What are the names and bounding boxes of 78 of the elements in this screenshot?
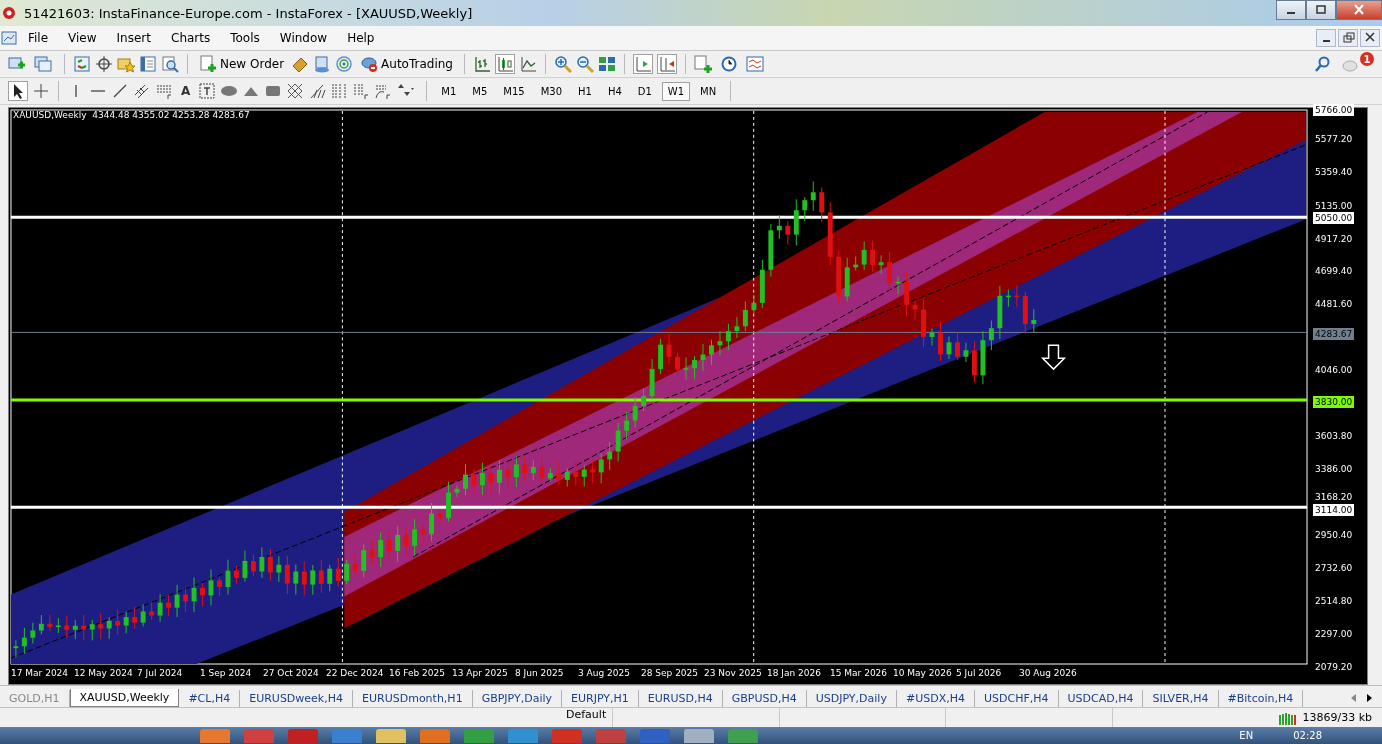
menu-item[interactable]: Insert [106, 31, 161, 45]
price-label: 2297.00 [1314, 628, 1354, 640]
text-tool[interactable]: A [177, 84, 195, 98]
traffic-counter: 13869/33 kb [1302, 711, 1372, 724]
chart-tab[interactable]: GBPUSD,H4 [722, 690, 807, 707]
chart-tab[interactable]: EURUSDmonth,H1 [353, 690, 473, 707]
menu-item[interactable]: Window [269, 31, 338, 45]
time-label: 1 Sep 2024 [200, 667, 253, 680]
time-label: 8 Jun 2025 [515, 667, 565, 680]
time-label: 5 Jul 2026 [956, 667, 1003, 680]
chart-header: XAUUSD,Weekly 4344.48 4355.02 4253.28 4283.67 [13, 110, 250, 120]
price-label: 3114.00 [1313, 504, 1355, 516]
chart-tab[interactable]: XAUUSD,Weekly [69, 689, 180, 707]
time-label: 23 Nov 2025 [704, 667, 763, 680]
auto-trading-button[interactable]: AutoTrading [357, 54, 456, 74]
notification-button[interactable]: 1 [1342, 55, 1374, 73]
chart-tab[interactable]: USDJPY,Daily [806, 690, 897, 707]
timeframe-button[interactable]: M15 [497, 81, 531, 101]
chart-tab[interactable]: #USDX,H4 [896, 690, 975, 707]
chart-tab[interactable]: EURUSDweek,H4 [240, 690, 353, 707]
price-label: 4283.67 [1313, 328, 1355, 340]
notification-badge: 1 [1360, 52, 1374, 66]
profile-name: Default [565, 708, 608, 723]
price-label: 4481.60 [1314, 298, 1354, 310]
price-label: 5050.00 [1313, 212, 1355, 224]
chart-tab[interactable]: #CL,H4 [179, 690, 241, 707]
menu-item[interactable]: File [18, 31, 59, 45]
timeframe-button[interactable]: W1 [661, 81, 691, 101]
price-label: 5577.20 [1314, 133, 1354, 145]
chart-tab[interactable]: EURJPY,H1 [562, 690, 639, 707]
price-label: 5766.00 [1313, 104, 1355, 116]
time-label: 17 Mar 2024 [11, 667, 70, 680]
time-label: 7 Jul 2024 [137, 667, 184, 680]
time-label: 12 May 2024 [74, 667, 134, 680]
price-label: 2079.20 [1314, 661, 1354, 673]
price-label: 3386.00 [1314, 463, 1354, 475]
menu-item[interactable]: Help [337, 31, 385, 45]
timeframe-button[interactable]: M1 [435, 81, 463, 101]
price-label: 2514.80 [1314, 595, 1354, 607]
menu-item[interactable]: Tools [220, 31, 270, 45]
price-label: 4699.40 [1314, 265, 1354, 277]
timeframe-button[interactable]: D1 [631, 81, 658, 101]
price-label: 3830.00 [1313, 396, 1355, 408]
clock: 02:28 [1293, 730, 1322, 742]
price-label: 2732.60 [1314, 562, 1354, 574]
time-label: 18 Jan 2026 [767, 667, 822, 680]
timeframe-button[interactable]: H4 [601, 81, 628, 101]
time-label: 15 Mar 2026 [830, 667, 889, 680]
price-label: 3603.80 [1314, 430, 1354, 442]
price-label: 3168.20 [1314, 491, 1354, 503]
time-label: 13 Apr 2025 [452, 667, 509, 680]
time-label: 22 Dec 2024 [326, 667, 385, 680]
price-label: 5359.40 [1314, 166, 1354, 178]
price-label: 5135.00 [1314, 200, 1354, 212]
timeframe-button[interactable]: M30 [534, 81, 568, 101]
time-label: 10 May 2026 [893, 667, 953, 680]
menu-item[interactable]: Charts [161, 31, 221, 45]
language-indicator[interactable]: EN [1239, 730, 1254, 742]
time-label: 16 Feb 2025 [389, 667, 446, 680]
chart-tab[interactable]: EURUSD,H4 [638, 690, 723, 707]
window-title: 51421603: InstaFinance-Europe.com - InstaForex - [XAUUSD,Weekly] [24, 5, 473, 21]
chart-tab[interactable]: USDCHF,H4 [974, 690, 1059, 707]
time-label: 30 Aug 2026 [1019, 667, 1078, 680]
time-label: 27 Oct 2024 [263, 667, 320, 680]
time-label: 3 Aug 2025 [578, 667, 631, 680]
timeframe-button[interactable]: H1 [572, 81, 598, 101]
price-label: 4917.20 [1314, 233, 1354, 245]
timeframe-button[interactable]: MN [694, 81, 723, 101]
chart-tab[interactable]: USDCAD,H4 [1058, 690, 1144, 707]
menu-item[interactable]: View [58, 31, 107, 45]
time-label: 28 Sep 2025 [641, 667, 700, 680]
price-label: 2950.40 [1314, 529, 1354, 541]
timeframe-button[interactable]: M5 [466, 81, 494, 101]
price-label: 4046.00 [1314, 364, 1354, 376]
chart-tab[interactable]: #Bitcoin,H4 [1218, 690, 1304, 707]
chart-tab[interactable]: SILVER,H4 [1143, 690, 1219, 707]
chart-tab[interactable]: GBPJPY,Daily [472, 690, 563, 707]
new-order-button[interactable]: New Order [196, 54, 288, 74]
